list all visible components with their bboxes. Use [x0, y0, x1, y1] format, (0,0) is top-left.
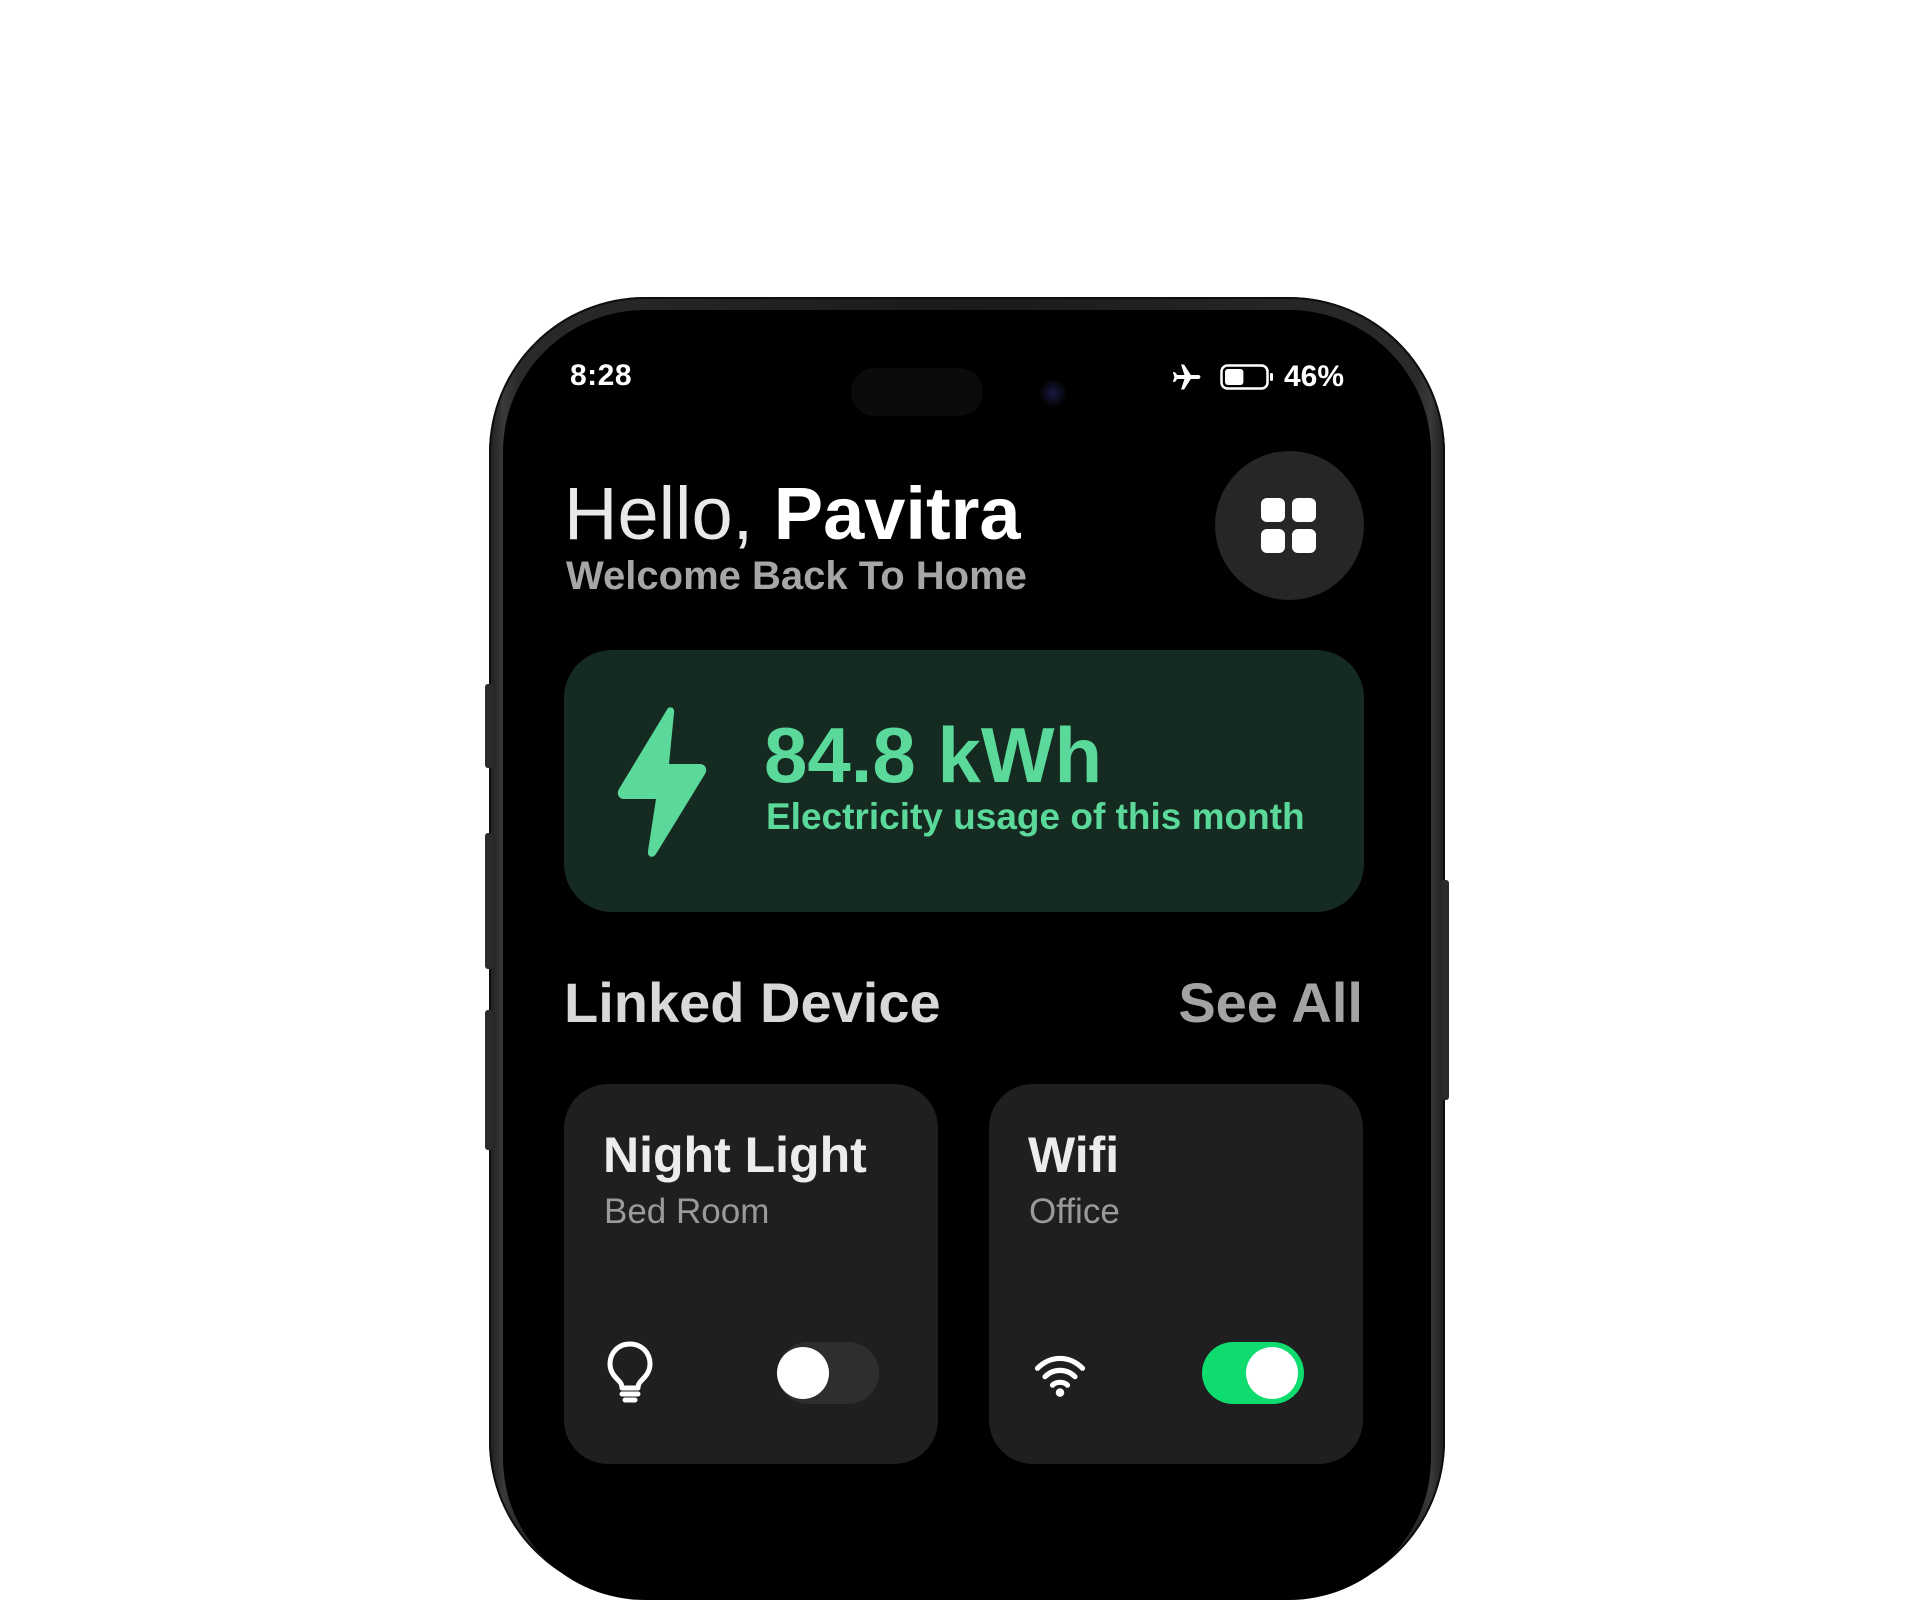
battery-level	[1225, 369, 1244, 385]
greeting: Hello, Pavitra	[564, 474, 1021, 554]
wifi-icon	[1034, 1355, 1086, 1397]
airplane-icon	[1172, 364, 1201, 390]
toggle-knob	[777, 1347, 829, 1399]
battery-percentage: 46%	[1284, 360, 1345, 393]
greeting-hello: Hello,	[564, 472, 754, 555]
electricity-usage-card[interactable]: 84.8 kWh Electricity usage of this month	[564, 650, 1364, 912]
grid-menu-icon	[1261, 498, 1316, 553]
device-name: Wifi	[1028, 1127, 1120, 1183]
front-camera	[1040, 380, 1066, 406]
menu-button[interactable]	[1215, 451, 1364, 600]
volume-down-button	[485, 1010, 493, 1150]
volume-up-button	[485, 833, 493, 969]
see-all-link[interactable]: See All	[1178, 970, 1363, 1035]
night-light-toggle[interactable]	[777, 1342, 879, 1404]
lightning-bolt-icon	[617, 707, 707, 857]
dynamic-island	[851, 368, 983, 416]
linked-device-title: Linked Device	[564, 971, 941, 1034]
device-room: Office	[1029, 1192, 1120, 1231]
toggle-knob	[1246, 1347, 1298, 1399]
device-card-night-light[interactable]: Night Light Bed Room	[564, 1084, 938, 1464]
action-button	[485, 684, 493, 768]
energy-value: 84.8 kWh	[764, 711, 1103, 799]
energy-label: Electricity usage of this month	[766, 796, 1305, 837]
device-card-wifi[interactable]: Wifi Office	[989, 1084, 1363, 1464]
power-button	[1441, 880, 1449, 1100]
device-room: Bed Room	[604, 1192, 770, 1231]
battery-icon	[1220, 364, 1273, 390]
device-name: Night Light	[603, 1127, 867, 1183]
welcome-subtitle: Welcome Back To Home	[566, 554, 1027, 598]
lightbulb-icon	[607, 1341, 653, 1403]
wifi-toggle[interactable]	[1202, 1342, 1304, 1404]
user-name: Pavitra	[773, 472, 1021, 555]
status-time: 8:28	[570, 359, 633, 392]
